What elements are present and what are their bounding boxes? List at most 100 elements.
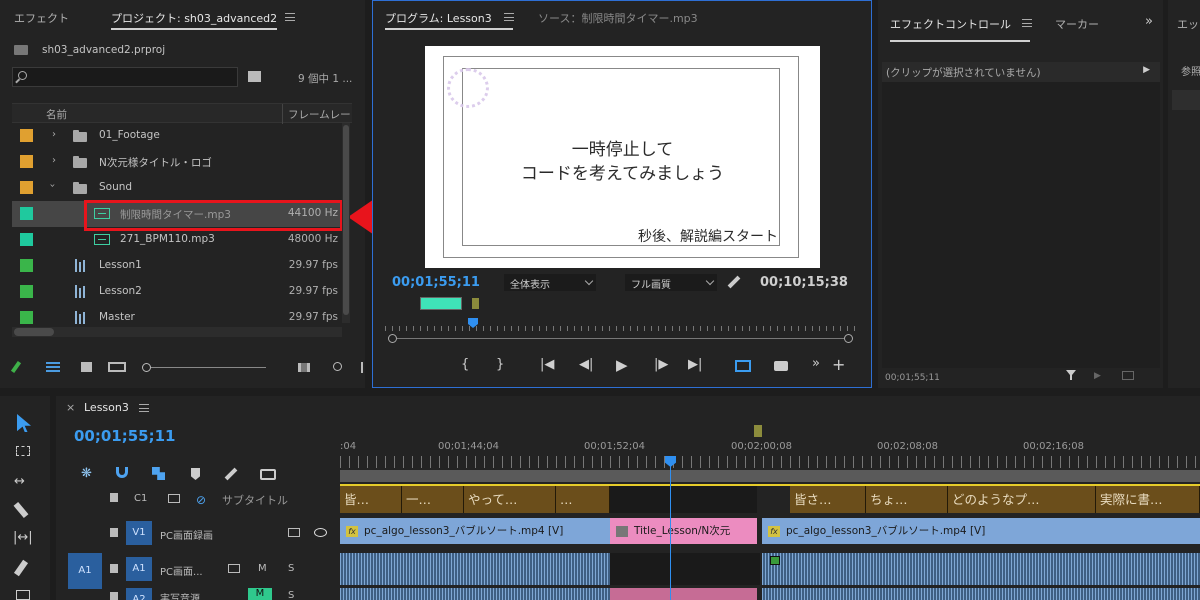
list-item[interactable]: Lesson1 29.97 fps [12, 253, 340, 279]
collapse-chevron-icon[interactable]: › [47, 184, 58, 188]
step-back-icon[interactable]: ◀| [579, 357, 593, 372]
video-clip[interactable]: Title_Lesson/N次元 [610, 518, 757, 544]
lock-icon[interactable] [110, 564, 118, 573]
mark-in-button[interactable]: { [461, 357, 469, 372]
audio-clip-a1[interactable] [762, 553, 1200, 585]
list-item[interactable]: › N次元様タイトル・ロゴ [12, 149, 340, 175]
play-audio-icon[interactable]: ▶ [1094, 371, 1101, 381]
audio-clip-a2[interactable] [340, 588, 610, 600]
mark-out-button[interactable]: } [496, 357, 504, 372]
go-to-in-icon[interactable]: |◀ [540, 357, 554, 372]
tab-project[interactable]: プロジェクト: sh03_advanced2 [111, 10, 277, 26]
expand-arrow-icon[interactable]: ▶ [1143, 65, 1150, 75]
work-area-bar[interactable] [340, 470, 1200, 482]
play-icon[interactable]: ▶ [616, 356, 628, 374]
program-canvas[interactable]: 一時停止して コードを考えてみましょう 秒後、解説編スタート [425, 46, 820, 268]
video-clip[interactable]: fx pc_algo_lesson3_バブルソート.mp4 [V] [340, 518, 610, 544]
panel-menu-icon[interactable] [285, 13, 295, 21]
monitor-time-ruler[interactable] [385, 318, 855, 334]
sort-icon[interactable] [298, 363, 310, 372]
tab-effect-controls[interactable]: エフェクトコントロール [890, 16, 1011, 32]
list-item[interactable]: Lesson2 29.97 fps [12, 279, 340, 305]
sync-icon[interactable] [168, 494, 180, 503]
slip-tool-icon[interactable]: |↔| [13, 530, 33, 545]
list-view-icon[interactable] [46, 362, 60, 372]
timeline-timecode[interactable]: 00;01;55;11 [74, 427, 176, 445]
mute-button[interactable]: M [248, 588, 272, 600]
timeline-ruler[interactable] [340, 456, 1200, 468]
program-timecode[interactable]: 00;01;55;11 [392, 275, 480, 290]
video-clip[interactable]: fx pc_algo_lesson3_バブルソート.mp4 [V] [762, 518, 1200, 544]
item-count: 9 個中 1 ... [298, 73, 353, 85]
track-target-a1[interactable]: A1 [126, 557, 152, 581]
list-item[interactable]: › Sound [12, 175, 340, 201]
solo-button[interactable]: S [288, 563, 294, 574]
horizontal-scrollbar[interactable] [12, 327, 342, 337]
monitor-menu-icon[interactable] [504, 13, 514, 21]
caption-clip[interactable]: 一… [402, 486, 464, 513]
quality-dropdown[interactable]: フル画質 [625, 274, 717, 291]
marker-flag-icon [472, 298, 479, 309]
lock-icon[interactable] [110, 592, 118, 600]
zoom-dropdown[interactable]: 全体表示 [504, 274, 596, 291]
export-icon[interactable] [1122, 371, 1134, 380]
tab-effects[interactable]: エフェクト [14, 10, 69, 26]
caption-clip[interactable]: 皆… [340, 486, 402, 513]
safe-margins-icon[interactable] [735, 360, 751, 372]
search-box[interactable] [12, 67, 238, 87]
lock-icon[interactable] [110, 493, 118, 502]
expand-chevron-icon[interactable]: › [52, 129, 56, 140]
column-name[interactable]: 名前 [46, 107, 67, 122]
eye-icon[interactable] [314, 528, 327, 537]
vertical-scrollbar[interactable] [342, 123, 350, 323]
tab-source[interactable]: ソース：制限時間タイマー.mp3 [538, 10, 698, 26]
timeline-menu-icon[interactable] [139, 404, 149, 412]
caption-clip[interactable]: 皆さ… [790, 486, 866, 513]
lock-icon[interactable] [110, 528, 118, 537]
zoom-slider[interactable] [142, 363, 266, 373]
caption-clip[interactable]: … [556, 486, 610, 513]
tab-program[interactable]: プログラム: Lesson3 [385, 10, 492, 26]
caption-clip[interactable]: やって… [464, 486, 556, 513]
icon-view-icon[interactable] [81, 362, 92, 372]
sync-icon[interactable] [288, 528, 300, 537]
rectangle-tool-icon[interactable] [16, 590, 30, 600]
go-to-out-icon[interactable]: ▶| [688, 357, 702, 372]
monitor-scrollbar[interactable] [388, 334, 853, 344]
column-frame-rate[interactable]: フレームレー [288, 107, 351, 122]
new-bin-icon[interactable] [248, 71, 261, 82]
tab-sequence[interactable]: Lesson3 [84, 401, 129, 414]
caption-clip[interactable]: ちょ… [866, 486, 948, 513]
tab-markers[interactable]: マーカー [1055, 16, 1099, 32]
caption-clip[interactable]: どのようなプ… [948, 486, 1096, 513]
sync-icon[interactable] [228, 564, 240, 573]
solo-button[interactable]: S [288, 590, 294, 600]
audio-clip-a2-title[interactable] [610, 588, 757, 600]
list-item[interactable]: › 01_Footage [12, 123, 340, 149]
captions-icon[interactable] [260, 469, 276, 480]
more-controls-icon[interactable]: » [812, 356, 820, 371]
audio-clip-a2[interactable] [762, 588, 1200, 600]
caption-clip[interactable]: 実際に書… [1096, 486, 1200, 513]
mute-button[interactable]: M [258, 563, 267, 574]
track-select-tool-icon[interactable] [16, 446, 30, 456]
eye-hidden-icon[interactable]: ⊘ [196, 493, 206, 507]
freeform-view-icon[interactable] [108, 362, 126, 372]
track-target-v1[interactable]: V1 [126, 521, 152, 545]
effect-menu-icon[interactable] [1022, 19, 1032, 27]
add-button-icon[interactable]: + [832, 355, 845, 374]
step-forward-icon[interactable]: |▶ [654, 357, 668, 372]
new-item-icon[interactable] [361, 362, 363, 373]
ripple-edit-tool-icon[interactable]: ↔ [14, 474, 25, 489]
extra-field[interactable] [1172, 90, 1200, 110]
audio-clip-a1[interactable] [340, 553, 610, 585]
expand-chevron-icon[interactable]: › [52, 155, 56, 166]
find-icon[interactable] [333, 362, 342, 371]
tab-extra[interactable]: エッ [1177, 16, 1199, 32]
camera-icon[interactable] [774, 361, 788, 371]
track-name-a2: 実写音源 [160, 594, 200, 600]
panel-overflow-icon[interactable]: » [1145, 14, 1153, 29]
track-target-a2[interactable]: A2 [126, 588, 152, 600]
nest-icon[interactable]: ❋ [81, 466, 92, 481]
close-icon[interactable]: × [66, 401, 75, 414]
